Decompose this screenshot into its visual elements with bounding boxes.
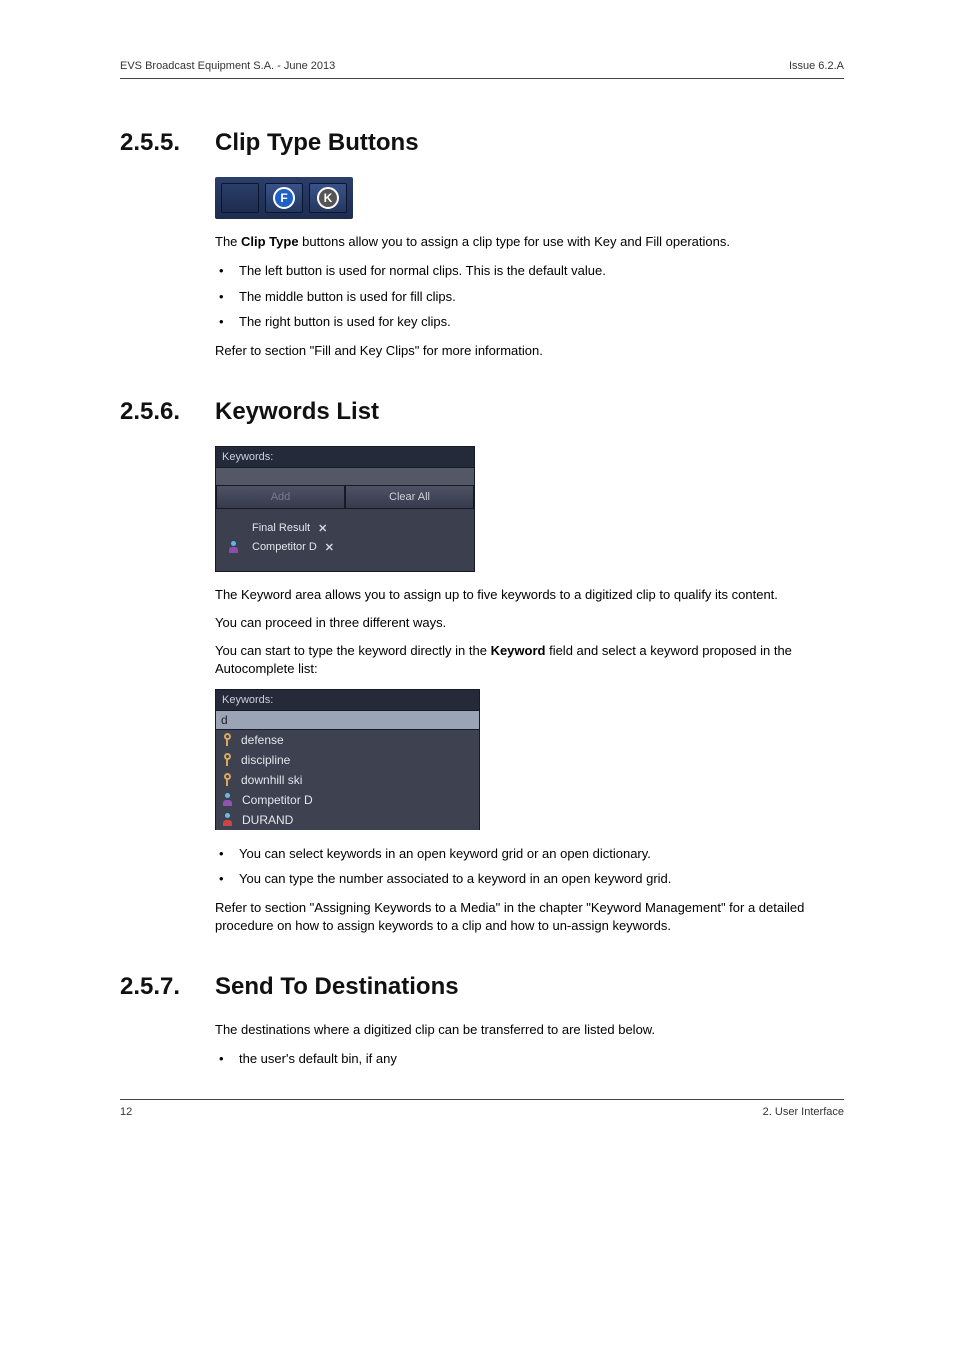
section-title: Keywords List (215, 398, 379, 426)
autocomplete-item[interactable]: defense (216, 730, 479, 750)
autocomplete-label: discipline (241, 753, 290, 767)
list-item: •You can type the number associated to a… (215, 869, 844, 889)
body-text: The Keyword area allows you to assign up… (215, 586, 844, 604)
list-item: •the user's default bin, if any (215, 1049, 844, 1069)
bullet-icon: • (215, 261, 239, 281)
keyword-item: Final Result ✕ (226, 519, 464, 538)
key-icon: K (317, 187, 339, 209)
clip-type-fill-button[interactable]: F (265, 183, 303, 213)
list-item-text: The right button is used for key clips. (239, 312, 844, 332)
text-run: buttons allow you to assign a clip type … (299, 234, 730, 249)
fill-icon: F (273, 187, 295, 209)
text-bold: Clip Type (241, 234, 299, 249)
keywords-list: Final Result ✕ Competitor D ✕ (216, 509, 474, 571)
keywords-panel-title: Keywords: (216, 447, 474, 467)
autocomplete-item[interactable]: Competitor D (216, 790, 479, 810)
body-text: The destinations where a digitized clip … (215, 1021, 844, 1039)
body-text: Refer to section "Assigning Keywords to … (215, 899, 844, 935)
keyword-label: Competitor D (252, 541, 317, 553)
text-bold: Keyword (491, 643, 546, 658)
remove-keyword-icon[interactable]: ✕ (325, 541, 334, 554)
person-icon (222, 793, 234, 806)
document-page: EVS Broadcast Equipment S.A. - June 2013… (0, 0, 954, 1158)
header-right: Issue 6.2.A (789, 60, 844, 72)
text-run: The (215, 234, 241, 249)
keywords-autocomplete-figure: Keywords: d defense discipline downhill … (215, 689, 844, 830)
section-heading-2-5-6: 2.5.6. Keywords List (120, 398, 844, 426)
autocomplete-list: defense discipline downhill ski Competit… (216, 730, 479, 830)
bullet-icon: • (215, 869, 239, 889)
text-run: You can start to type the keyword direct… (215, 643, 491, 658)
section-title: Clip Type Buttons (215, 129, 419, 157)
autocomplete-item[interactable]: DURAND (216, 810, 479, 830)
bullet-icon: • (215, 1049, 239, 1069)
section-number: 2.5.6. (120, 398, 215, 426)
bullet-list: •You can select keywords in an open keyw… (215, 844, 844, 889)
list-item-text: the user's default bin, if any (239, 1049, 844, 1069)
autocomplete-item[interactable]: downhill ski (216, 770, 479, 790)
list-item-text: You can select keywords in an open keywo… (239, 844, 844, 864)
clear-all-button[interactable]: Clear All (345, 485, 474, 509)
keywords-panel-figure: Keywords: Add Clear All Final Result ✕ C… (215, 446, 844, 572)
key-icon (222, 773, 233, 786)
autocomplete-label: Competitor D (242, 793, 313, 807)
keyword-item: Competitor D ✕ (226, 538, 464, 557)
remove-keyword-icon[interactable]: ✕ (318, 522, 327, 535)
footer-chapter: 2. User Interface (763, 1106, 844, 1118)
keyword-label: Final Result (252, 522, 310, 534)
bullet-icon: • (215, 844, 239, 864)
add-button[interactable]: Add (216, 485, 345, 509)
autocomplete-item[interactable]: discipline (216, 750, 479, 770)
body-text: You can start to type the keyword direct… (215, 642, 844, 678)
clip-type-normal-button[interactable] (221, 183, 259, 213)
bullet-icon: • (215, 312, 239, 332)
person-icon (228, 541, 240, 553)
list-item: •The left button is used for normal clip… (215, 261, 844, 281)
section-title: Send To Destinations (215, 973, 459, 1001)
list-item: •The middle button is used for fill clip… (215, 287, 844, 307)
clip-type-key-button[interactable]: K (309, 183, 347, 213)
autocomplete-label: defense (241, 733, 284, 747)
list-item-text: The left button is used for normal clips… (239, 261, 844, 281)
header-left: EVS Broadcast Equipment S.A. - June 2013 (120, 60, 335, 72)
page-header: EVS Broadcast Equipment S.A. - June 2013… (120, 60, 844, 79)
key-icon (222, 753, 233, 766)
section-heading-2-5-7: 2.5.7. Send To Destinations (120, 973, 844, 1001)
section-number: 2.5.5. (120, 129, 215, 157)
person-icon (222, 813, 234, 826)
page-footer: 12 2. User Interface (120, 1099, 844, 1118)
autocomplete-label: downhill ski (241, 773, 302, 787)
list-item: •You can select keywords in an open keyw… (215, 844, 844, 864)
section-number: 2.5.7. (120, 973, 215, 1001)
keywords-input[interactable] (216, 467, 474, 485)
body-text: Refer to section "Fill and Key Clips" fo… (215, 342, 844, 360)
footer-page-number: 12 (120, 1106, 132, 1118)
body-text: You can proceed in three different ways. (215, 614, 844, 632)
bullet-list: •The left button is used for normal clip… (215, 261, 844, 332)
autocomplete-label: DURAND (242, 813, 293, 827)
clip-type-buttons-figure: F K (215, 177, 844, 219)
list-item-text: The middle button is used for fill clips… (239, 287, 844, 307)
keywords-input[interactable]: d (216, 710, 479, 730)
bullet-icon: • (215, 287, 239, 307)
list-item: •The right button is used for key clips. (215, 312, 844, 332)
section-heading-2-5-5: 2.5.5. Clip Type Buttons (120, 129, 844, 157)
keywords-panel-title: Keywords: (216, 690, 479, 710)
list-item-text: You can type the number associated to a … (239, 869, 844, 889)
key-icon (222, 733, 233, 746)
bullet-list: •the user's default bin, if any (215, 1049, 844, 1069)
body-text: The Clip Type buttons allow you to assig… (215, 233, 844, 251)
